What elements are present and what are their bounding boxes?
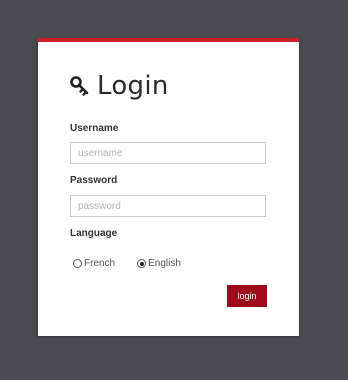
password-label: Password bbox=[70, 175, 118, 186]
login-title: Login bbox=[69, 70, 169, 102]
language-option-english[interactable]: English bbox=[137, 258, 181, 269]
password-input[interactable] bbox=[70, 195, 266, 217]
english-radio[interactable] bbox=[137, 259, 147, 268]
language-radio-group: French English bbox=[73, 258, 203, 269]
login-button[interactable]: login bbox=[227, 285, 267, 307]
key-icon bbox=[69, 75, 91, 97]
french-radio[interactable] bbox=[73, 259, 82, 268]
language-option-french[interactable]: French bbox=[73, 258, 115, 269]
language-label: Language bbox=[70, 228, 118, 239]
username-input[interactable] bbox=[70, 142, 266, 164]
username-label: Username bbox=[70, 123, 119, 134]
login-card: Login Username Password Language French … bbox=[38, 38, 299, 336]
english-label: English bbox=[148, 258, 181, 269]
french-label: French bbox=[84, 258, 116, 269]
page-title: Login bbox=[97, 71, 169, 101]
